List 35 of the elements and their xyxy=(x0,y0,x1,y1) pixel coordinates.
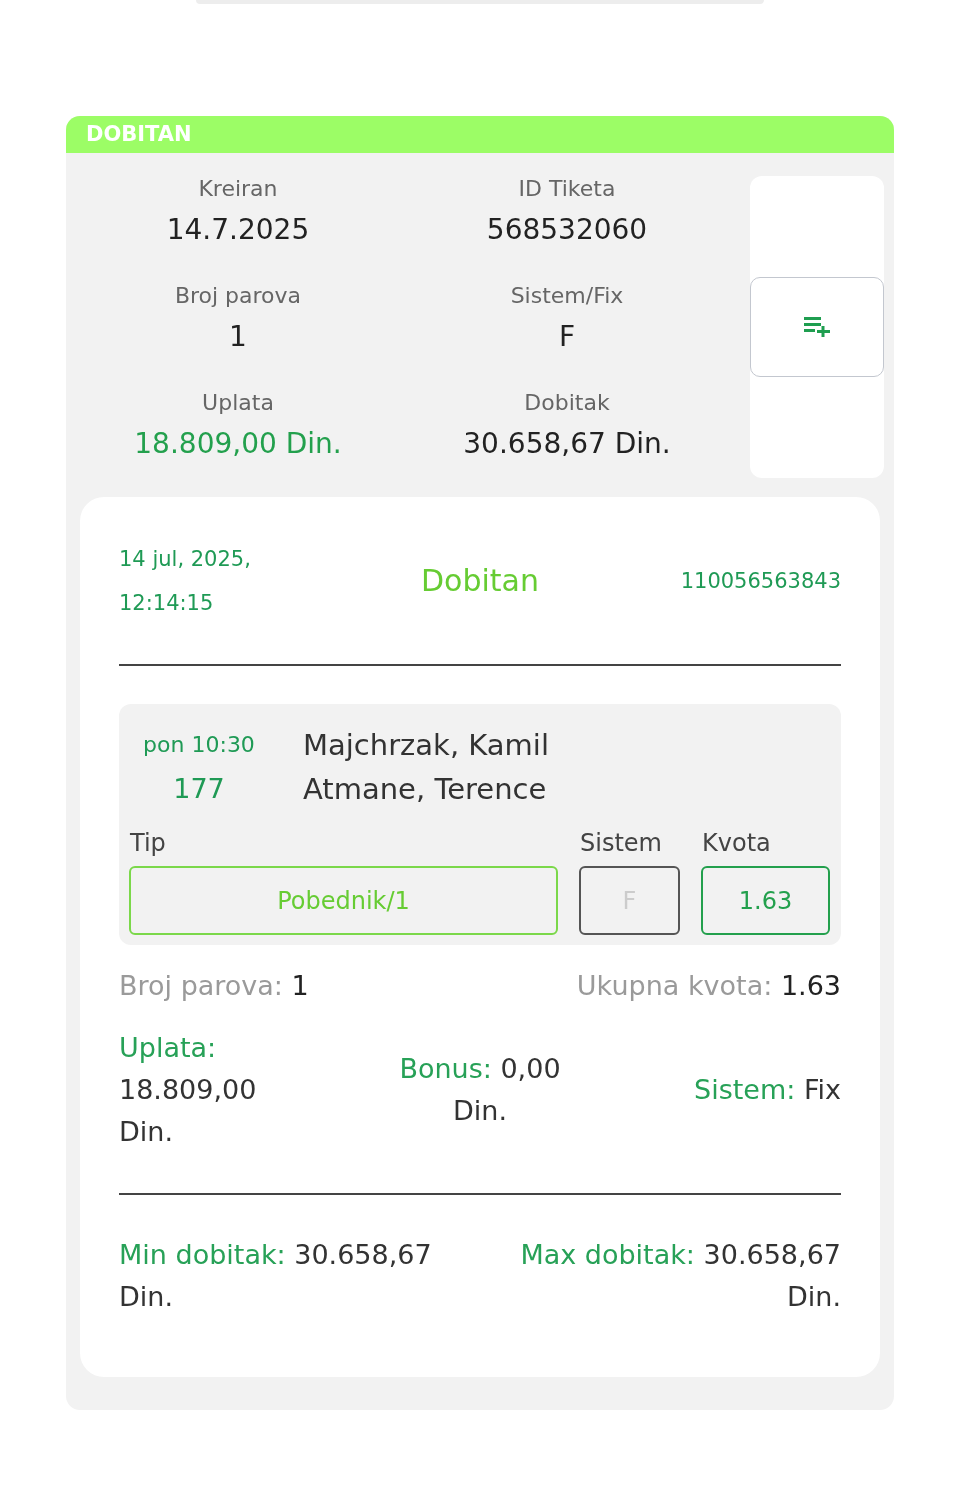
status-text: Dobitan xyxy=(421,562,539,600)
summary-value: 30.658,67 Din. xyxy=(463,426,671,462)
total-stat: Broj parova: 1 xyxy=(119,969,309,1003)
summary-value: 1 xyxy=(229,319,247,355)
status-banner: DOBITAN xyxy=(66,116,894,153)
summary-label: Dobitak xyxy=(524,389,610,417)
summary-label: ID Tiketa xyxy=(518,175,616,203)
pick-label: Kvota xyxy=(701,828,771,858)
summary-label: Sistem/Fix xyxy=(510,282,624,310)
home-player: Majchrzak, Kamil xyxy=(303,727,549,764)
away-player: Atmane, Terence xyxy=(303,771,548,808)
summary-value: 568532060 xyxy=(486,212,648,248)
list-plus-button[interactable] xyxy=(750,277,884,377)
amount-stat: Bonus: 0,00 Din. xyxy=(398,1052,562,1128)
summary-label: Uplata xyxy=(202,389,274,417)
summary-label: Kreiran xyxy=(198,175,278,203)
tip-value: Pobednik/1 xyxy=(129,866,558,935)
odds-value: 1.63 xyxy=(701,866,830,935)
winning-stat: Min dobitak: 30.658,67 Din. xyxy=(119,1238,433,1314)
amount-stat: Sistem: Fix xyxy=(694,1073,841,1107)
summary-value: 18.809,00 Din. xyxy=(134,426,342,462)
time-text: 12:14:15 xyxy=(119,590,214,617)
summary-value: 14.7.2025 xyxy=(166,212,310,248)
summary-label: Broj parova xyxy=(174,282,302,310)
date-text: 14 jul, 2025, xyxy=(119,546,251,573)
pick-label: Tip xyxy=(129,828,166,858)
summary-value: F xyxy=(558,319,576,355)
amount-stat: Uplata: 18.809,00 Din. xyxy=(119,1031,258,1149)
match-number: 177 xyxy=(173,772,225,806)
match-time: pon 10:30 xyxy=(143,731,255,759)
ticket-code: 110056563843 xyxy=(680,568,841,595)
winning-stat: Max dobitak: 30.658,67 Din. xyxy=(519,1238,841,1314)
list-plus-icon xyxy=(804,317,830,337)
total-stat: Ukupna kvota: 1.63 xyxy=(576,969,841,1003)
pick-label: Sistem xyxy=(579,828,662,858)
